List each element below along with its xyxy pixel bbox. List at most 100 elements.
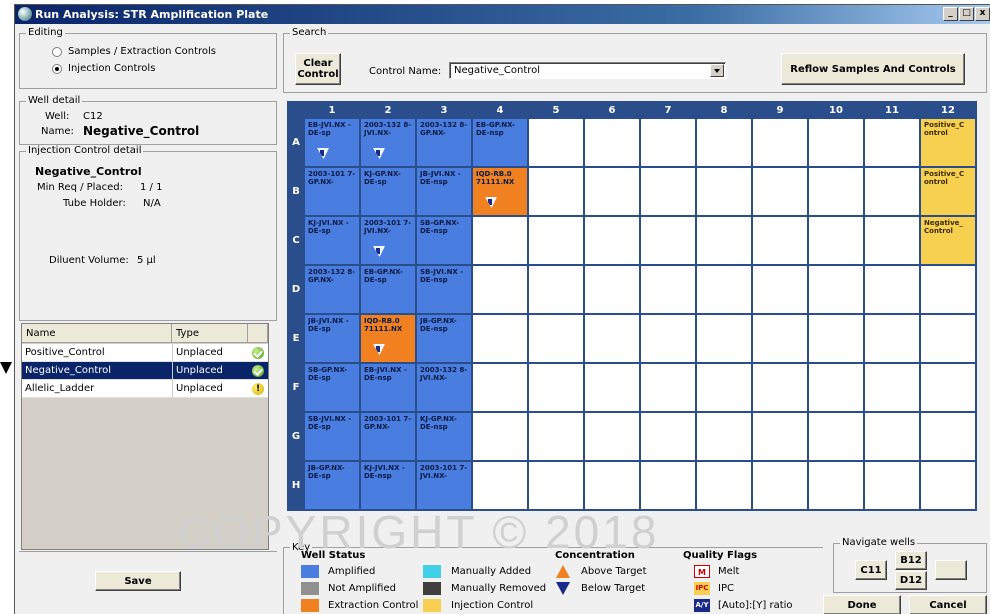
navigate-right-button[interactable] [935, 560, 967, 580]
list-item[interactable]: Positive_Control Unplaced [22, 344, 268, 362]
plate-well[interactable] [641, 217, 695, 264]
plate-well[interactable]: EB-JVI.NX -DE-sp [305, 119, 359, 166]
plate-well[interactable] [865, 119, 919, 166]
navigate-left-button[interactable]: C11 [855, 560, 887, 580]
plate-well[interactable]: 2003-132 8-GP.NX- [305, 266, 359, 313]
plate-well[interactable] [865, 462, 919, 509]
plate-well[interactable] [865, 266, 919, 313]
plate-well[interactable] [865, 217, 919, 264]
plate-well[interactable] [697, 217, 751, 264]
plate-well[interactable] [585, 168, 639, 215]
plate-well[interactable] [585, 462, 639, 509]
plate-well[interactable] [641, 168, 695, 215]
radio-injection-controls[interactable]: Injection Controls [52, 63, 155, 74]
plate-well[interactable] [529, 315, 583, 362]
plate-well[interactable] [529, 168, 583, 215]
plate-well[interactable]: 2003-101 7-GP.NX- [305, 168, 359, 215]
plate-well[interactable] [585, 119, 639, 166]
plate-well[interactable] [753, 413, 807, 460]
plate-well[interactable] [809, 217, 863, 264]
list-item[interactable]: Allelic_Ladder Unplaced ! [22, 380, 268, 398]
plate-well[interactable]: IQD-RB.0 71111.NX [361, 315, 415, 362]
list-header-status[interactable] [248, 324, 268, 343]
maximize-button[interactable]: □ [959, 7, 974, 21]
plate-well[interactable]: 2003-101 7-GP.NX- [361, 413, 415, 460]
plate-well[interactable] [921, 266, 975, 313]
plate-well[interactable]: KJ-GP.NX- DE-sp [361, 168, 415, 215]
plate-well[interactable] [921, 413, 975, 460]
plate-well[interactable]: EB-JVI.NX -DE-nsp [361, 364, 415, 411]
plate-well[interactable]: Negative_ Control [921, 217, 975, 264]
cancel-button[interactable]: Cancel [909, 595, 987, 614]
plate-well[interactable] [753, 168, 807, 215]
plate-well[interactable] [585, 364, 639, 411]
plate-well[interactable] [473, 413, 527, 460]
plate-well[interactable]: KJ-JVI.NX -DE-sp [305, 217, 359, 264]
plate-well[interactable] [529, 266, 583, 313]
clear-control-button[interactable]: Clear Control [295, 53, 341, 85]
plate-well[interactable] [529, 119, 583, 166]
plate-well[interactable] [809, 315, 863, 362]
plate-well[interactable] [697, 315, 751, 362]
plate-well[interactable] [529, 413, 583, 460]
plate-well[interactable]: JB-GP.NX- DE-nsp [417, 315, 471, 362]
navigate-up-button[interactable]: B12 [895, 551, 927, 570]
plate-well[interactable] [809, 168, 863, 215]
plate-well[interactable] [585, 217, 639, 264]
plate-well[interactable] [529, 217, 583, 264]
plate-well[interactable]: SB-JVI.NX -DE-sp [305, 413, 359, 460]
plate-well[interactable] [473, 217, 527, 264]
radio-samples-extraction[interactable]: Samples / Extraction Controls [52, 46, 216, 57]
control-name-combobox[interactable]: Negative_Control [449, 62, 726, 79]
plate-well[interactable]: JB-JVI.NX -DE-nsp [417, 168, 471, 215]
plate-well[interactable] [753, 364, 807, 411]
plate-well[interactable] [865, 364, 919, 411]
plate-well[interactable] [585, 413, 639, 460]
plate-well[interactable] [529, 364, 583, 411]
minimize-button[interactable]: _ [943, 7, 958, 21]
save-button[interactable]: Save [95, 571, 181, 591]
reflow-samples-button[interactable]: Reflow Samples And Controls [781, 53, 965, 85]
navigate-down-button[interactable]: D12 [895, 571, 927, 590]
plate-well[interactable] [641, 462, 695, 509]
plate-well[interactable] [809, 266, 863, 313]
plate-well[interactable]: SB-GP.NX- DE-nsp [417, 217, 471, 264]
plate-well[interactable] [753, 217, 807, 264]
plate-well[interactable] [473, 462, 527, 509]
plate-well[interactable] [697, 364, 751, 411]
plate-well[interactable]: SB-GP.NX- DE-sp [305, 364, 359, 411]
plate-well[interactable]: JB-JVI.NX -DE-sp [305, 315, 359, 362]
plate-well[interactable] [753, 462, 807, 509]
list-item[interactable]: Negative_Control Unplaced [22, 362, 268, 380]
plate-well[interactable] [641, 119, 695, 166]
plate-well[interactable] [697, 168, 751, 215]
plate-well[interactable]: 2003-132 8-JVI.NX- [361, 119, 415, 166]
plate-well[interactable] [921, 364, 975, 411]
plate-well[interactable]: Positive_C ontrol [921, 168, 975, 215]
close-button[interactable]: x [975, 7, 990, 21]
plate-well[interactable]: KJ-GP.NX- DE-nsp [417, 413, 471, 460]
plate-well[interactable] [641, 266, 695, 313]
plate-well[interactable] [865, 168, 919, 215]
plate-well[interactable]: IQD-RB.0 71111.NX [473, 168, 527, 215]
plate-well[interactable] [809, 364, 863, 411]
plate-well[interactable]: 2003-132 8-JVI.NX- [417, 364, 471, 411]
plate-well[interactable]: 2003-101 7-JVI.NX- [361, 217, 415, 264]
plate-well[interactable] [921, 462, 975, 509]
chevron-down-icon[interactable] [710, 64, 724, 77]
plate-well[interactable] [753, 119, 807, 166]
plate-well[interactable] [473, 315, 527, 362]
plate-well[interactable] [865, 413, 919, 460]
plate-well[interactable] [753, 266, 807, 313]
plate-well[interactable] [585, 315, 639, 362]
plate-well[interactable] [473, 266, 527, 313]
plate-well[interactable] [809, 462, 863, 509]
list-header-name[interactable]: Name [22, 324, 172, 343]
plate-well[interactable] [697, 462, 751, 509]
plate-well[interactable]: EB-GP.NX- DE-nsp [473, 119, 527, 166]
plate-well[interactable] [641, 364, 695, 411]
plate-well[interactable] [809, 119, 863, 166]
plate-well[interactable] [641, 315, 695, 362]
plate-well[interactable] [529, 462, 583, 509]
plate-well[interactable]: SB-JVI.NX -DE-nsp [417, 266, 471, 313]
